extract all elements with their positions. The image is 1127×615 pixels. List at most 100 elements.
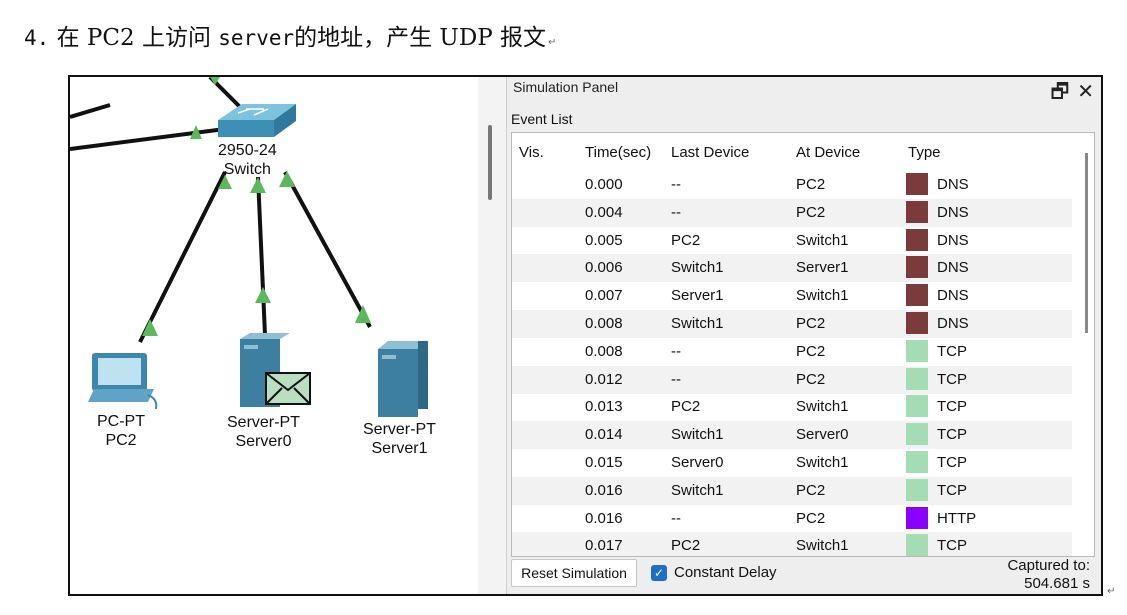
event-last-device: PC2 — [671, 537, 701, 555]
constant-delay-label: Constant Delay — [674, 564, 777, 581]
type-color-swatch — [906, 284, 928, 307]
simulation-panel: Simulation Panel 🗗 ✕ Event List Vis. Time… — [506, 77, 1101, 594]
event-type: HTTP — [937, 509, 977, 527]
type-color-swatch — [906, 451, 928, 473]
type-color-swatch — [906, 534, 928, 556]
col-type[interactable]: Type — [908, 144, 941, 161]
table-row[interactable]: 0.007 Server1 Switch1 DNS — [512, 282, 1072, 310]
event-last-device: Server1 — [671, 287, 724, 305]
table-row[interactable]: 0.006 Switch1 Server1 DNS — [512, 254, 1072, 283]
step-number: 4. — [24, 26, 50, 50]
heading-text-b: 的地址，产生 UDP 报文 — [294, 25, 547, 51]
link-switch-server0 — [256, 176, 267, 336]
event-last-device: Switch1 — [671, 481, 724, 499]
event-type: DNS — [937, 259, 969, 277]
table-row[interactable]: 0.015 Server0 Switch1 TCP — [512, 449, 1072, 477]
event-at-device: Switch1 — [796, 287, 849, 305]
server0-type: Server-PT — [227, 414, 300, 431]
type-color-swatch — [906, 200, 928, 223]
col-last-device[interactable]: Last Device — [671, 144, 749, 161]
event-time: 0.016 — [585, 509, 623, 527]
event-at-device: PC2 — [796, 176, 826, 193]
event-last-device: -- — [671, 203, 681, 221]
event-type: DNS — [937, 231, 969, 249]
event-time: 0.017 — [585, 537, 623, 555]
event-list-scrollbar[interactable] — [1085, 153, 1088, 333]
event-time: 0.000 — [585, 176, 623, 193]
event-type: DNS — [937, 315, 969, 332]
event-last-device: -- — [671, 370, 681, 388]
event-last-device: -- — [671, 509, 681, 527]
table-row[interactable]: 0.008 -- PC2 TCP — [512, 338, 1072, 366]
event-type: DNS — [937, 176, 969, 193]
col-vis[interactable]: Vis. — [519, 144, 544, 161]
type-color-swatch — [906, 228, 928, 251]
reset-simulation-button[interactable]: Reset Simulation — [511, 559, 637, 587]
col-time[interactable]: Time(sec) — [585, 144, 651, 161]
switch-icon — [218, 104, 296, 137]
event-at-device: PC2 — [796, 481, 826, 499]
event-last-device: -- — [671, 342, 681, 360]
captured-label: Captured to: — [1007, 557, 1090, 574]
event-time: 0.006 — [585, 259, 623, 277]
table-row[interactable]: 0.000 -- PC2 DNS — [512, 171, 1072, 199]
link-switch-pc2 — [138, 171, 227, 343]
table-row[interactable]: 0.005 PC2 Switch1 DNS — [512, 227, 1072, 255]
table-row[interactable]: 0.016 -- PC2 HTTP — [512, 505, 1072, 533]
link-switch-server1 — [283, 171, 372, 328]
event-at-device: Switch1 — [796, 398, 849, 416]
event-type: TCP — [937, 454, 967, 471]
table-row[interactable]: 0.013 PC2 Switch1 TCP — [512, 393, 1072, 421]
event-time: 0.015 — [585, 454, 623, 471]
server1-type: Server-PT — [363, 421, 436, 438]
server1-label: Server-PT Server1 — [363, 420, 436, 458]
topology-canvas[interactable]: 2950-24 Switch PC-PT PC2 Server-PT Serve… — [70, 77, 478, 594]
workspace-scroll-thumb[interactable] — [488, 125, 492, 200]
event-last-device: PC2 — [671, 398, 701, 416]
captured-to: Captured to: 504.681 s — [1007, 557, 1090, 593]
server0-label: Server-PT Server0 — [227, 413, 300, 451]
indicator-switch-server0 — [250, 177, 266, 193]
event-type: TCP — [937, 370, 967, 388]
event-time: 0.007 — [585, 287, 623, 305]
switch-model: 2950-24 — [218, 142, 277, 159]
event-list-header: Vis. Time(sec) Last Device At Device Typ… — [512, 133, 1072, 171]
heading-code: server — [218, 26, 295, 50]
constant-delay-checkbox[interactable]: ✓ — [651, 565, 667, 581]
event-at-device: Server0 — [796, 426, 849, 444]
event-last-device: Switch1 — [671, 315, 724, 332]
type-color-swatch — [906, 173, 928, 195]
captured-value: 504.681 s — [1024, 575, 1090, 592]
table-row[interactable]: 0.004 -- PC2 DNS — [512, 198, 1072, 227]
event-last-device: Server0 — [671, 454, 724, 471]
table-row[interactable]: 0.017 PC2 Switch1 TCP — [512, 532, 1072, 556]
close-icon[interactable]: ✕ — [1077, 81, 1094, 103]
col-at-device[interactable]: At Device — [796, 144, 860, 161]
event-last-device: Switch1 — [671, 259, 724, 277]
event-at-device: Switch1 — [796, 231, 849, 249]
panel-title: Simulation Panel — [513, 79, 619, 95]
workspace-scrollbar[interactable] — [478, 77, 506, 594]
switch-name: Switch — [223, 161, 271, 178]
type-color-swatch — [906, 256, 928, 279]
pc-icon — [88, 353, 158, 410]
pc2-type: PC-PT — [97, 413, 145, 430]
restore-window-icon[interactable]: 🗗 — [1050, 81, 1069, 103]
indicator-pc2 — [142, 319, 158, 336]
event-type: TCP — [937, 342, 967, 360]
event-last-device: PC2 — [671, 231, 701, 249]
pc2-label: PC-PT PC2 — [97, 412, 145, 450]
table-row[interactable]: 0.014 Switch1 Server0 TCP — [512, 421, 1072, 450]
table-row[interactable]: 0.008 Switch1 PC2 DNS — [512, 310, 1072, 338]
event-time: 0.005 — [585, 231, 623, 249]
event-list[interactable]: Vis. Time(sec) Last Device At Device Typ… — [511, 132, 1095, 557]
event-last-device: -- — [671, 176, 681, 193]
event-at-device: Switch1 — [796, 454, 849, 471]
instruction-heading: 4. 在 PC2 上访问 server的地址，产生 UDP 报文 ↵ — [24, 18, 556, 52]
event-type: DNS — [937, 203, 969, 221]
type-color-swatch — [906, 478, 928, 501]
event-type: DNS — [937, 287, 969, 305]
table-row[interactable]: 0.012 -- PC2 TCP — [512, 365, 1072, 394]
table-row[interactable]: 0.016 Switch1 PC2 TCP — [512, 476, 1072, 505]
type-color-swatch — [906, 395, 928, 418]
